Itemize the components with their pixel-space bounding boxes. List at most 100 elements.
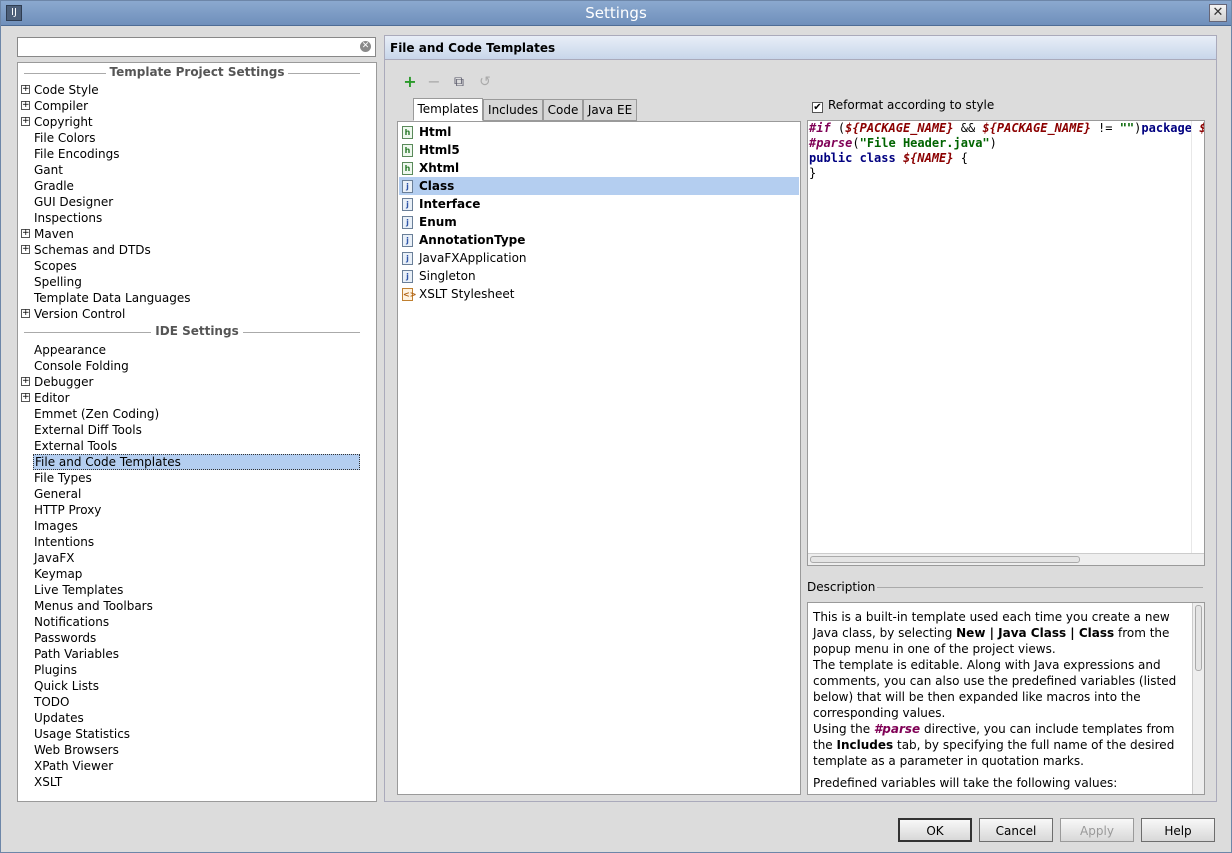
xhtml-file-icon: h	[402, 162, 413, 175]
scrollbar-thumb[interactable]	[1195, 605, 1202, 671]
title-bar: IJ Settings ✕	[1, 1, 1231, 26]
settings-tree-item[interactable]: Emmet (Zen Coding)	[34, 406, 159, 422]
tree-item-label: Live Templates	[34, 583, 124, 597]
settings-tree-item[interactable]: Appearance	[34, 342, 106, 358]
expand-icon[interactable]: +	[21, 229, 30, 238]
ok-button[interactable]: OK	[898, 818, 972, 842]
settings-tree-item[interactable]: Template Data Languages	[34, 290, 191, 306]
cancel-button[interactable]: Cancel	[979, 818, 1053, 842]
template-list-item[interactable]: h Html5	[399, 141, 799, 159]
java-enum-file-icon: j	[402, 216, 413, 229]
settings-tree-item[interactable]: Path Variables	[34, 646, 119, 662]
settings-tree-item[interactable]: External Tools	[34, 438, 117, 454]
expand-icon[interactable]: +	[21, 377, 30, 386]
settings-tree-item[interactable]: Menus and Toolbars	[34, 598, 153, 614]
settings-tree-item[interactable]: JavaFX	[34, 550, 74, 566]
add-template-icon[interactable]: +	[402, 74, 418, 90]
description-panel: This is a built-in template used each ti…	[807, 602, 1205, 795]
tab-templates[interactable]: Templates	[413, 98, 483, 121]
expand-icon[interactable]: +	[21, 85, 30, 94]
template-list-item[interactable]: h Xhtml	[399, 159, 799, 177]
settings-tree-item[interactable]: + Code Style	[21, 82, 99, 98]
settings-tree-item[interactable]: Gradle	[34, 178, 74, 194]
settings-tree-item[interactable]: XSLT	[34, 774, 62, 790]
settings-tree-item[interactable]: Web Browsers	[34, 742, 119, 758]
settings-tree-item[interactable]: Intentions	[34, 534, 94, 550]
settings-tree-item[interactable]: GUI Designer	[34, 194, 113, 210]
settings-tree-item[interactable]: Console Folding	[34, 358, 129, 374]
template-list-item[interactable]: j Class	[399, 177, 799, 195]
remove-template-icon[interactable]: −	[426, 74, 442, 90]
tab-code[interactable]: Code	[543, 99, 583, 121]
settings-tree-item[interactable]: File Colors	[34, 130, 95, 146]
settings-tree-item[interactable]: External Diff Tools	[34, 422, 142, 438]
scrollbar-thumb[interactable]	[810, 556, 1080, 563]
settings-tree-item[interactable]: Updates	[34, 710, 84, 726]
settings-tree-item[interactable]: + Debugger	[21, 374, 93, 390]
settings-tree-item[interactable]: File Types	[34, 470, 92, 486]
settings-tree-item[interactable]: Quick Lists	[34, 678, 99, 694]
copy-template-icon[interactable]: ⧉	[451, 74, 467, 90]
template-list-item[interactable]: j AnnotationType	[399, 231, 799, 249]
settings-tree-item[interactable]: General	[34, 486, 81, 502]
template-name: Enum	[419, 215, 457, 229]
tree-item-label: File Encodings	[34, 147, 120, 161]
settings-tree-item[interactable]: Notifications	[34, 614, 109, 630]
close-icon[interactable]: ✕	[1209, 4, 1227, 22]
settings-tree-item[interactable]: Passwords	[34, 630, 96, 646]
tab-java-ee[interactable]: Java EE	[583, 99, 637, 121]
settings-tree-item[interactable]: + Maven	[21, 226, 74, 242]
settings-tree-item[interactable]: HTTP Proxy	[34, 502, 101, 518]
settings-tree-item[interactable]: Live Templates	[34, 582, 123, 598]
settings-tree-item[interactable]: + Version Control	[21, 306, 125, 322]
tree-item-label: Inspections	[34, 211, 103, 225]
settings-tree-item[interactable]: Spelling	[34, 274, 82, 290]
editor-horizontal-scrollbar[interactable]	[808, 553, 1204, 565]
settings-tree-item[interactable]: File and Code Templates	[33, 454, 360, 470]
settings-tree-item[interactable]: + Schemas and DTDs	[21, 242, 151, 258]
settings-tree-item[interactable]: XPath Viewer	[34, 758, 113, 774]
template-list-item[interactable]: j Interface	[399, 195, 799, 213]
expand-icon[interactable]: +	[21, 245, 30, 254]
settings-tree-item[interactable]: Gant	[34, 162, 63, 178]
settings-tree-item[interactable]: Keymap	[34, 566, 82, 582]
template-list-item[interactable]: <> XSLT Stylesheet	[399, 285, 799, 303]
settings-tree-item[interactable]: Scopes	[34, 258, 77, 274]
tree-item-label: Plugins	[34, 663, 77, 677]
reformat-option[interactable]: ✔ Reformat according to style	[812, 97, 994, 113]
description-vertical-scrollbar[interactable]	[1192, 603, 1204, 794]
expand-icon[interactable]: +	[21, 393, 30, 402]
clear-search-icon[interactable]: ✕	[360, 41, 371, 52]
template-list-item[interactable]: j Singleton	[399, 267, 799, 285]
apply-button[interactable]: Apply	[1060, 818, 1134, 842]
settings-tree-item[interactable]: Usage Statistics	[34, 726, 130, 742]
help-button[interactable]: Help	[1141, 818, 1215, 842]
settings-tree-item[interactable]: TODO	[34, 694, 69, 710]
settings-tree-item[interactable]: File Encodings	[34, 146, 119, 162]
search-input[interactable]	[18, 38, 348, 56]
expand-icon[interactable]: +	[21, 117, 30, 126]
java-file-icon: j	[402, 270, 413, 283]
settings-tree-item[interactable]: + Copyright	[21, 114, 93, 130]
template-editor[interactable]: #if (${PACKAGE_NAME} && ${PACKAGE_NAME} …	[807, 120, 1205, 566]
settings-tree-item[interactable]: Images	[34, 518, 78, 534]
window-title: Settings	[585, 4, 647, 22]
reset-template-icon[interactable]: ↺	[477, 74, 493, 90]
settings-tree-item[interactable]: + Compiler	[21, 98, 88, 114]
reformat-checkbox[interactable]: ✔	[812, 102, 823, 113]
template-list-item[interactable]: j JavaFXApplication	[399, 249, 799, 267]
template-list-item[interactable]: h Html	[399, 123, 799, 141]
expand-icon[interactable]: +	[21, 101, 30, 110]
settings-tree-item[interactable]: Plugins	[34, 662, 77, 678]
settings-tree-item[interactable]: + Editor	[21, 390, 70, 406]
tree-item-label: Template Data Languages	[34, 291, 191, 305]
tree-item-label: Schemas and DTDs	[34, 243, 151, 257]
template-code[interactable]: #if (${PACKAGE_NAME} && ${PACKAGE_NAME} …	[809, 121, 1204, 181]
expand-icon[interactable]: +	[21, 309, 30, 318]
template-list-item[interactable]: j Enum	[399, 213, 799, 231]
right-margin-line	[1191, 121, 1192, 553]
settings-tree-item[interactable]: Inspections	[34, 210, 102, 226]
reformat-label: Reformat according to style	[828, 98, 995, 112]
tab-includes[interactable]: Includes	[483, 99, 543, 121]
java-file-icon: j	[402, 252, 413, 265]
